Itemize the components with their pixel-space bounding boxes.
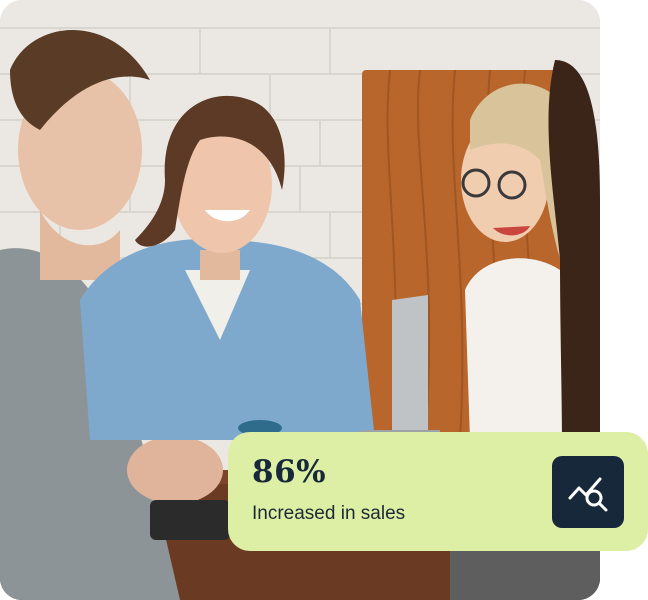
- stat-caption: Increased in sales: [252, 503, 406, 524]
- sales-stat-card: 86% Increased in sales: [228, 432, 648, 551]
- trend-search-icon: [552, 456, 624, 528]
- trend-search-icon-graphic: [568, 477, 608, 512]
- stat-value: 86%: [252, 454, 327, 490]
- hero-visual: 86% Increased in sales: [0, 0, 648, 600]
